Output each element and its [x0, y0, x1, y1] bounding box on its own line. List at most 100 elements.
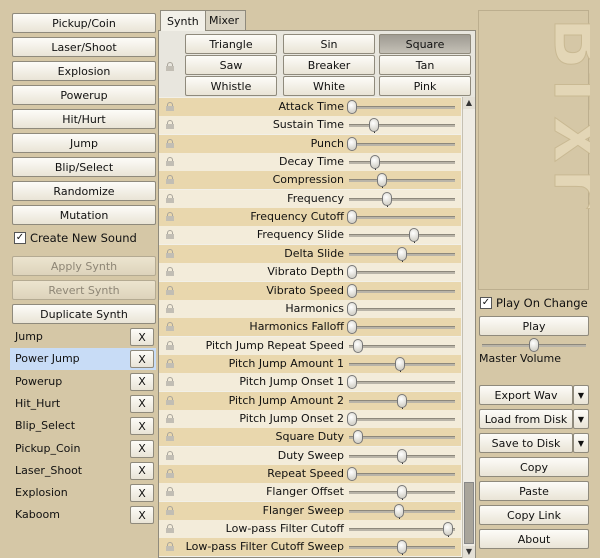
sound-list-item[interactable]: Hit_Hurt X	[10, 393, 156, 415]
remove-sound-button[interactable]: X	[130, 372, 154, 391]
save-to-disk-button[interactable]: Save to Disk	[479, 433, 573, 453]
sound-list-item[interactable]: Explosion X	[10, 482, 156, 504]
waveform-square-button[interactable]: Square	[379, 34, 471, 54]
param-lock-icon[interactable]	[166, 395, 174, 405]
param-slider-thumb[interactable]	[382, 191, 392, 206]
waveform-sin-button[interactable]: Sin	[283, 34, 375, 54]
param-slider-thumb[interactable]	[347, 100, 357, 114]
param-slider[interactable]	[346, 263, 458, 281]
param-slider[interactable]	[346, 355, 458, 373]
export-wav-button[interactable]: Export Wav	[479, 385, 573, 405]
param-slider-thumb[interactable]	[397, 485, 407, 500]
param-slider-thumb[interactable]	[397, 540, 407, 555]
param-lock-icon[interactable]	[166, 193, 174, 203]
param-slider[interactable]	[346, 171, 458, 189]
param-slider[interactable]	[346, 447, 458, 465]
param-slider[interactable]	[346, 226, 458, 244]
save-menu-icon[interactable]: ▼	[573, 433, 589, 453]
param-slider[interactable]	[346, 135, 458, 153]
param-lock-icon[interactable]	[166, 230, 174, 240]
param-slider[interactable]	[346, 373, 458, 391]
param-slider-thumb[interactable]	[409, 228, 419, 243]
param-slider[interactable]	[346, 98, 458, 116]
load-menu-icon[interactable]: ▼	[573, 409, 589, 429]
waveform-tan-button[interactable]: Tan	[379, 55, 471, 75]
param-slider-thumb[interactable]	[397, 448, 407, 463]
powerup-button[interactable]: Powerup	[12, 85, 156, 105]
param-lock-icon[interactable]	[166, 303, 174, 313]
param-lock-icon[interactable]	[166, 285, 174, 295]
param-slider-thumb[interactable]	[443, 522, 453, 537]
play-button[interactable]: Play	[479, 316, 589, 336]
param-lock-icon[interactable]	[166, 175, 174, 185]
remove-sound-button[interactable]: X	[130, 350, 154, 369]
param-slider-thumb[interactable]	[377, 173, 387, 188]
param-slider-thumb[interactable]	[370, 155, 380, 170]
scroll-up-icon[interactable]: ▲	[463, 97, 475, 109]
param-lock-icon[interactable]	[166, 212, 174, 222]
remove-sound-button[interactable]: X	[130, 506, 154, 525]
param-lock-icon[interactable]	[166, 267, 174, 277]
sound-list-item[interactable]: Kaboom X	[10, 504, 156, 526]
export-wav-menu-icon[interactable]: ▼	[573, 385, 589, 405]
master-volume-thumb[interactable]	[529, 338, 539, 352]
param-slider-thumb[interactable]	[397, 246, 407, 261]
pickup-coin-button[interactable]: Pickup/Coin	[12, 13, 156, 33]
load-from-disk-button[interactable]: Load from Disk	[479, 409, 573, 429]
remove-sound-button[interactable]: X	[130, 328, 154, 346]
param-slider[interactable]	[346, 282, 458, 300]
remove-sound-button[interactable]: X	[130, 394, 154, 413]
param-slider[interactable]	[346, 337, 458, 355]
param-lock-icon[interactable]	[166, 340, 174, 350]
revert-synth-button[interactable]: Revert Synth	[12, 280, 156, 300]
duplicate-synth-button[interactable]: Duplicate Synth	[12, 304, 156, 324]
param-slider[interactable]	[346, 318, 458, 336]
param-slider-thumb[interactable]	[369, 118, 379, 133]
paste-button[interactable]: Paste	[479, 481, 589, 501]
param-lock-icon[interactable]	[166, 450, 174, 460]
mutation-button[interactable]: Mutation	[12, 205, 156, 225]
laser-shoot-button[interactable]: Laser/Shoot	[12, 37, 156, 57]
param-lock-icon[interactable]	[166, 322, 174, 332]
param-slider[interactable]	[346, 190, 458, 208]
param-slider[interactable]	[346, 538, 458, 556]
param-slider-thumb[interactable]	[397, 393, 407, 408]
param-slider-thumb[interactable]	[347, 210, 357, 225]
param-lock-icon[interactable]	[166, 487, 174, 497]
param-slider[interactable]	[346, 483, 458, 501]
jump-button[interactable]: Jump	[12, 133, 156, 153]
scrollbar-thumb[interactable]	[464, 482, 474, 544]
play-on-change-checkbox[interactable]: ✓	[480, 297, 492, 309]
sound-list-item[interactable]: Powerup X	[10, 371, 156, 393]
param-lock-icon[interactable]	[166, 432, 174, 442]
waveform-whistle-button[interactable]: Whistle	[185, 76, 277, 96]
waveform-triangle-button[interactable]: Triangle	[185, 34, 277, 54]
param-lock-icon[interactable]	[166, 377, 174, 387]
param-slider-thumb[interactable]	[347, 136, 357, 151]
param-lock-icon[interactable]	[166, 358, 174, 368]
param-lock-icon[interactable]	[166, 248, 174, 258]
apply-synth-button[interactable]: Apply Synth	[12, 256, 156, 276]
param-slider[interactable]	[346, 465, 458, 483]
sound-list-item[interactable]: Blip_Select X	[10, 415, 156, 437]
waveform-lock-icon[interactable]	[166, 62, 174, 71]
param-slider-thumb[interactable]	[347, 283, 357, 298]
scroll-down-icon[interactable]: ▼	[463, 546, 475, 558]
param-lock-icon[interactable]	[166, 524, 174, 534]
waveform-pink-button[interactable]: Pink	[379, 76, 471, 96]
remove-sound-button[interactable]: X	[130, 484, 154, 503]
param-slider-thumb[interactable]	[347, 467, 357, 481]
param-slider[interactable]	[346, 428, 458, 446]
tab-mixer[interactable]: Mixer	[202, 10, 247, 30]
sound-list-item[interactable]: Laser_Shoot X	[10, 460, 156, 482]
create-new-sound-checkbox[interactable]: ✓	[14, 232, 26, 244]
sound-list-item[interactable]: Pickup_Coin X	[10, 438, 156, 460]
param-slider[interactable]	[346, 208, 458, 226]
remove-sound-button[interactable]: X	[130, 417, 154, 436]
param-lock-icon[interactable]	[166, 157, 174, 167]
param-slider[interactable]	[346, 520, 458, 538]
param-slider[interactable]	[346, 300, 458, 318]
sound-list-item[interactable]: Jump X	[10, 326, 156, 348]
param-slider[interactable]	[346, 502, 458, 520]
copy-button[interactable]: Copy	[479, 457, 589, 477]
